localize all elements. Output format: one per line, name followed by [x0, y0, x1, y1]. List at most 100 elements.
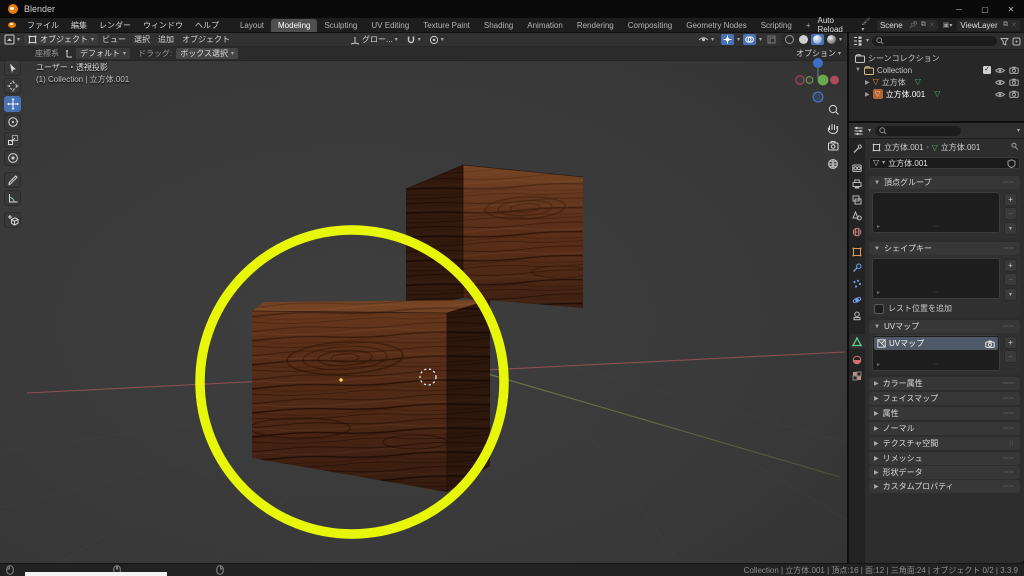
visibility-dropdown[interactable]: ▾ [694, 35, 718, 44]
shading-rendered-button[interactable] [825, 34, 838, 45]
tab-modeling[interactable]: Modeling [271, 19, 317, 32]
tool-measure[interactable] [4, 190, 21, 206]
proportional-edit-dropdown[interactable]: ▾ [425, 35, 448, 45]
viewport-canvas[interactable] [0, 61, 847, 563]
shading-wireframe-button[interactable] [783, 34, 796, 45]
vertex-group-remove-button[interactable]: − [1004, 207, 1017, 220]
tab-sculpting[interactable]: Sculpting [317, 19, 364, 32]
menu-edit[interactable]: 編集 [65, 20, 93, 31]
section-custom-properties[interactable]: ▶カスタムプロパティ══ [869, 480, 1020, 493]
camera-view-icon[interactable] [829, 142, 839, 151]
properties-search-input[interactable] [875, 126, 961, 136]
list-sort-icon[interactable]: ▸ [877, 223, 880, 230]
auto-reload-label[interactable]: Auto Reload [817, 16, 856, 34]
menu-object[interactable]: オブジェクト [178, 34, 234, 45]
pin-icon[interactable] [1010, 142, 1019, 151]
fake-user-shield-icon[interactable] [1007, 159, 1016, 168]
shape-key-add-button[interactable]: + [1004, 259, 1017, 272]
camera-render-icon[interactable] [985, 340, 995, 348]
zoom-icon[interactable] [829, 105, 838, 114]
cube-expand-icon[interactable]: ▶ [865, 79, 870, 86]
collection-expand-icon[interactable]: ▼ [855, 67, 861, 73]
vertex-groups-list[interactable]: ▸ ⋯ [872, 192, 1000, 233]
list-sort-icon[interactable]: ▸ [877, 289, 880, 296]
uv-map-list-item[interactable]: UVマップ [874, 337, 998, 350]
outliner-row-cube[interactable]: ▶ ▽ 立方体 ▽ [849, 76, 1024, 88]
shading-solid-button[interactable] [797, 34, 810, 45]
breadcrumb-object[interactable]: 立方体.001 [884, 142, 924, 153]
editor-type-button[interactable]: ▾ [0, 34, 24, 45]
viewlayer-browse-icon[interactable]: ▣▾ [943, 21, 953, 29]
shape-key-specials-button[interactable]: ▾ [1004, 288, 1017, 301]
list-sort-icon[interactable]: ▸ [877, 361, 880, 368]
tool-cursor[interactable] [4, 78, 21, 94]
menu-render[interactable]: レンダー [93, 20, 137, 31]
outliner-mode-chevron[interactable]: ▾ [866, 38, 869, 44]
outliner-row-collection[interactable]: ▼ Collection ✓ [849, 64, 1024, 76]
tab-compositing[interactable]: Compositing [621, 19, 679, 32]
camera-render-icon[interactable] [1009, 66, 1019, 74]
mesh-browse-chevron[interactable]: ▾ [882, 160, 885, 166]
rest-position-row[interactable]: レスト位置を追加 [874, 303, 952, 314]
tool-rotate[interactable] [4, 114, 21, 130]
tab-texture-paint[interactable]: Texture Paint [416, 19, 477, 32]
tab-physics[interactable] [849, 292, 865, 307]
menu-file[interactable]: ファイル [21, 20, 65, 31]
viewlayer-remove-icon[interactable]: ✕ [1011, 21, 1017, 29]
outliner-row-scene-collection[interactable]: シーンコレクション [849, 52, 1024, 64]
tool-move[interactable] [4, 96, 21, 112]
orientation-value-dropdown[interactable]: デフォルト ▾ [76, 48, 130, 59]
section-texture-space[interactable]: ▶テクスチャ空間⠿ [869, 437, 1020, 450]
transform-orientation-dropdown[interactable]: グロー... ▾ [346, 34, 402, 45]
tab-render[interactable] [849, 160, 865, 175]
tab-texture[interactable] [849, 368, 865, 383]
tab-tool[interactable] [849, 141, 865, 156]
tool-select-box[interactable] [4, 60, 21, 76]
tab-material[interactable] [849, 352, 865, 367]
tab-geometry-nodes[interactable]: Geometry Nodes [679, 19, 753, 32]
filter-icon[interactable] [1000, 37, 1009, 46]
editor-outliner-icon[interactable] [852, 36, 863, 46]
cube-001-expand-icon[interactable]: ▶ [865, 91, 870, 98]
viewlayer-new-icon[interactable]: ⧉ [1003, 21, 1008, 29]
tool-annotate[interactable] [4, 172, 21, 188]
overlays-toggle[interactable] [743, 34, 756, 45]
tab-layout[interactable]: Layout [233, 19, 271, 32]
menu-view[interactable]: ビュー [98, 34, 130, 45]
cube-front[interactable] [250, 300, 490, 492]
menu-add[interactable]: 追加 [154, 34, 178, 45]
xray-toggle[interactable] [765, 34, 778, 45]
tab-modifiers[interactable] [849, 260, 865, 275]
menu-window[interactable]: ウィンドウ [137, 20, 189, 31]
nav-gizmo[interactable] [796, 58, 839, 102]
section-uv-maps[interactable]: ▼UVマップ══ [869, 320, 1020, 333]
tab-world[interactable] [849, 224, 865, 239]
scene-pin-icon[interactable]: 📌︎ [909, 21, 918, 29]
add-workspace-button[interactable]: + [799, 19, 818, 32]
tab-scene[interactable] [849, 208, 865, 223]
collection-checkbox[interactable]: ✓ [983, 66, 991, 74]
tab-output[interactable] [849, 176, 865, 191]
menu-select[interactable]: 選択 [130, 34, 154, 45]
eye-icon[interactable] [995, 91, 1005, 98]
tool-scale[interactable] [4, 132, 21, 148]
tab-uv-editing[interactable]: UV Editing [364, 19, 416, 32]
vertex-group-add-button[interactable]: + [1004, 193, 1017, 206]
section-shape-keys[interactable]: ▼シェイプキー══ [869, 242, 1020, 255]
section-color-attributes[interactable]: ▶カラー属性══ [869, 377, 1020, 390]
rest-position-checkbox[interactable] [874, 304, 884, 314]
tab-particles[interactable] [849, 276, 865, 291]
section-face-maps[interactable]: ▶フェイスマップ══ [869, 392, 1020, 405]
tab-constraints[interactable] [849, 308, 865, 323]
section-remesh[interactable]: ▶リメッシュ══ [869, 452, 1020, 465]
drag-value-dropdown[interactable]: ボックス選択 ▾ [176, 48, 238, 59]
pan-hand-icon[interactable] [828, 124, 837, 134]
section-geometry-data[interactable]: ▶形状データ══ [869, 466, 1020, 479]
tab-object[interactable] [849, 244, 865, 259]
mesh-name-field[interactable]: ▽ ▾ 立方体.001 [869, 157, 1020, 169]
tool-add-cube[interactable] [4, 212, 21, 228]
snap-dropdown[interactable]: ▾ [402, 35, 425, 45]
section-attributes[interactable]: ▶属性══ [869, 407, 1020, 420]
eye-icon[interactable] [995, 67, 1005, 74]
eye-icon[interactable] [995, 79, 1005, 86]
